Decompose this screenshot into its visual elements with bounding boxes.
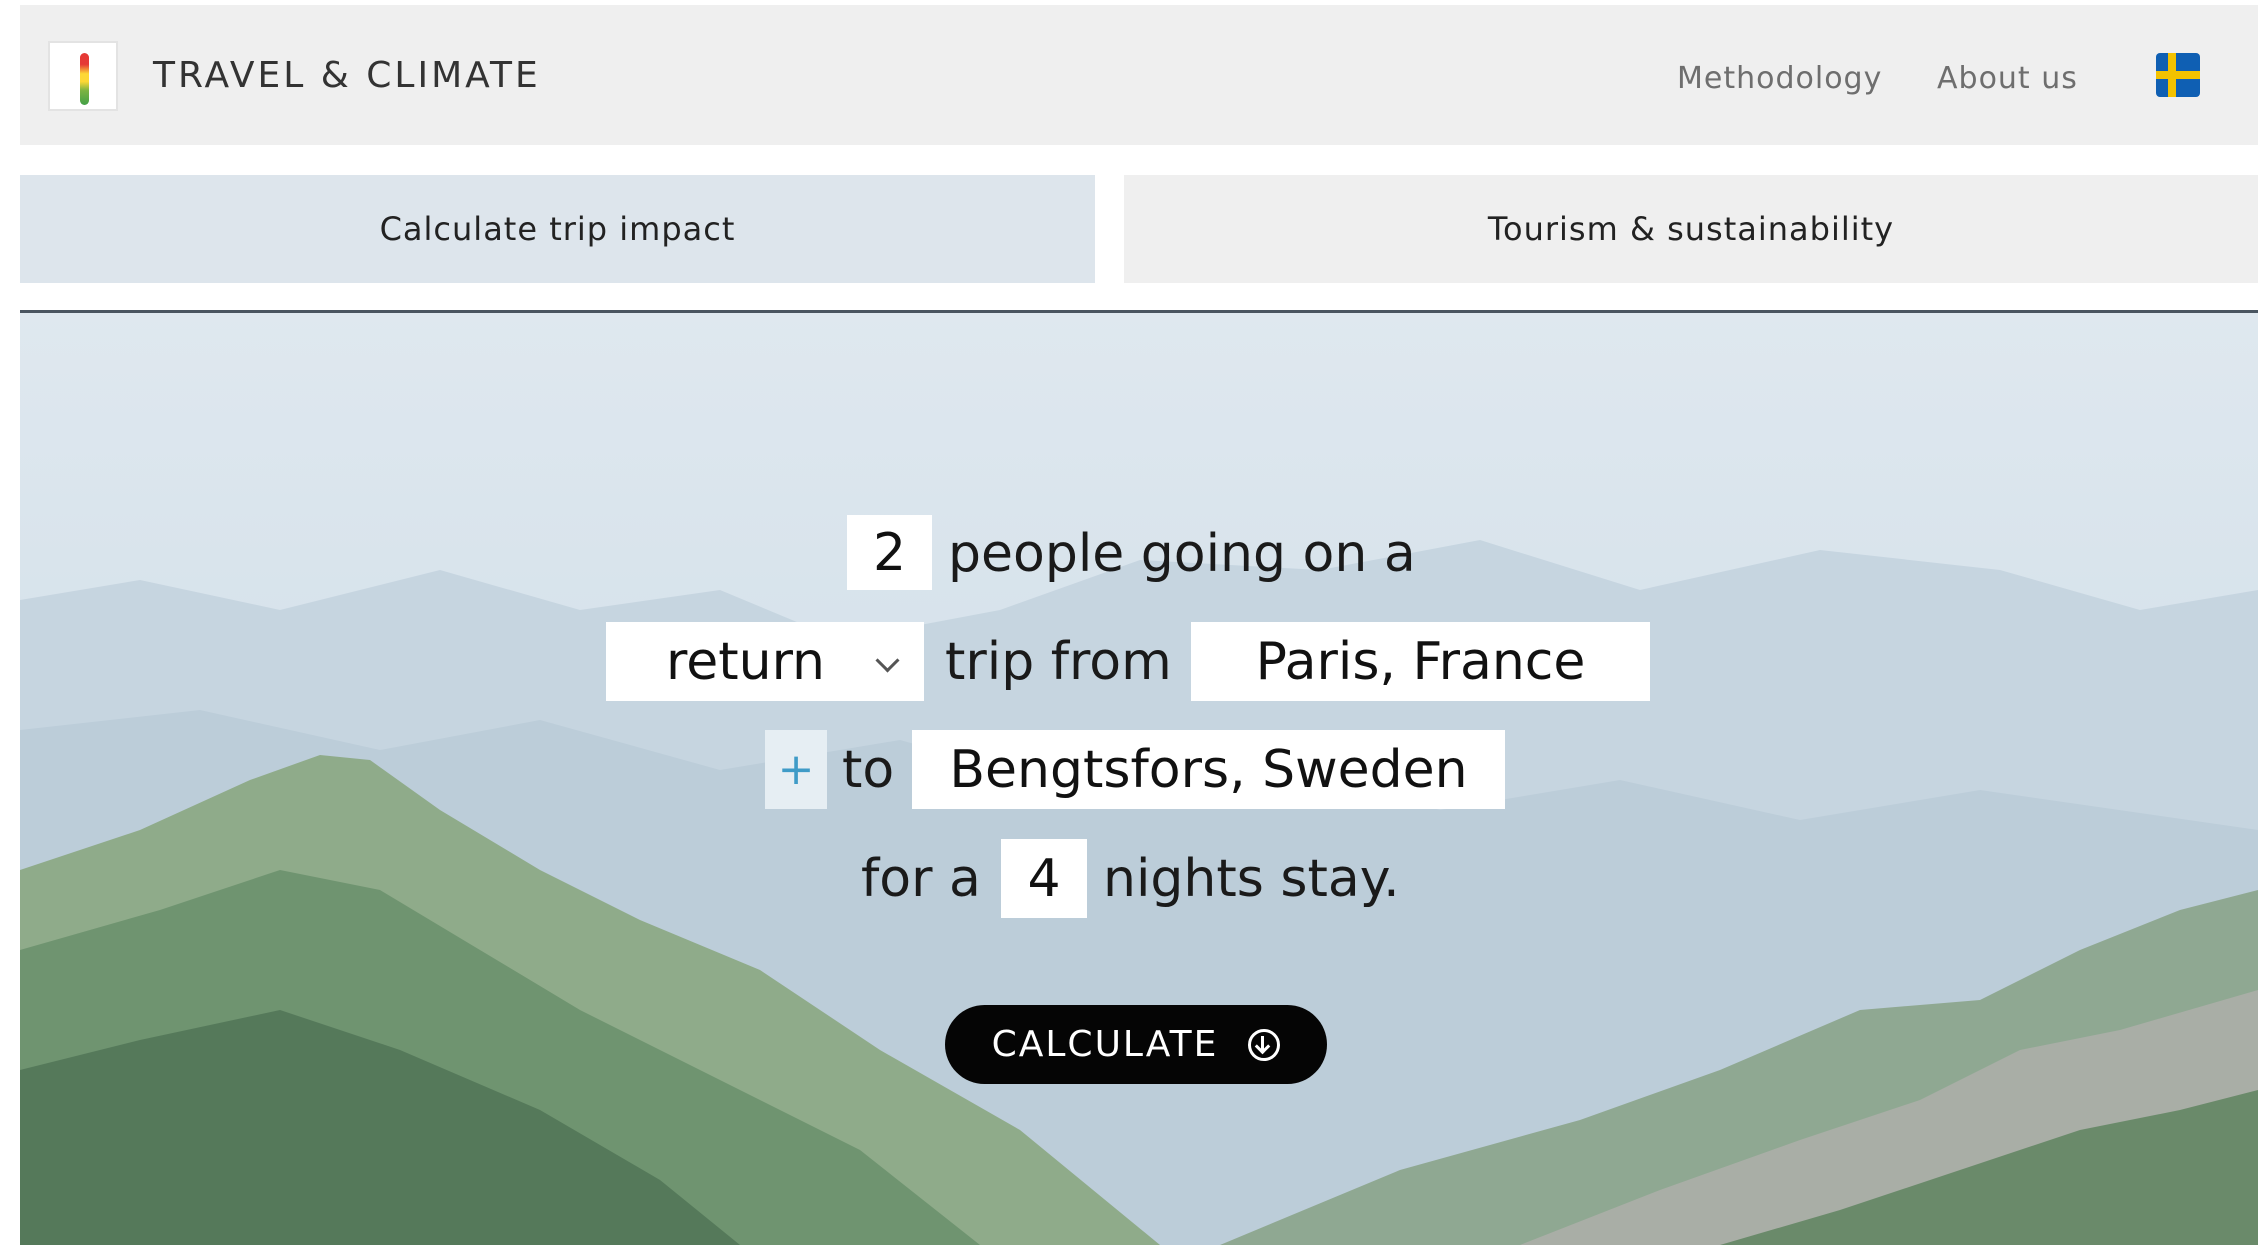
destination-input[interactable]: Bengtsfors, Sweden [912,730,1505,809]
flag-cross-horizontal [2156,71,2200,79]
nights-input[interactable]: 4 [1001,839,1087,918]
for-a-text: for a [861,849,981,909]
arrow-down-circle-icon [1248,1028,1281,1061]
logo[interactable] [48,41,118,111]
origin-input[interactable]: Paris, France [1191,622,1650,701]
add-stop-button[interactable]: + [765,730,827,809]
calculate-label: CALCULATE [991,1024,1219,1065]
traffic-light-icon [80,53,89,105]
trip-type-value: return [666,631,825,692]
flag-cross-vertical [2168,53,2176,97]
page: TRAVEL & CLIMATE Methodology About us Ca… [0,0,2262,1245]
trip-from-text: trip from [945,632,1172,692]
brand-name[interactable]: TRAVEL & CLIMATE [153,55,541,96]
people-count-input[interactable]: 2 [847,515,932,590]
tab-tourism-sustainability[interactable]: Tourism & sustainability [1124,175,2258,283]
hero-top-border [20,310,2258,313]
nights-stay-text: nights stay. [1103,849,1400,909]
sweden-flag-icon[interactable] [2156,53,2200,97]
site-header: TRAVEL & CLIMATE Methodology About us [20,5,2258,145]
calculate-button[interactable]: CALCULATE [945,1005,1327,1084]
tab-calculate-trip-impact[interactable]: Calculate trip impact [20,175,1095,283]
people-going-text: people going on a [948,524,1416,584]
nav-methodology-link[interactable]: Methodology [1677,61,1882,96]
chevron-down-icon [875,648,900,673]
trip-type-select[interactable]: return [606,622,924,701]
hero-section: 2 people going on a return trip from Par… [20,310,2258,1245]
to-text: to [842,740,895,800]
nav-about-link[interactable]: About us [1937,61,2078,96]
